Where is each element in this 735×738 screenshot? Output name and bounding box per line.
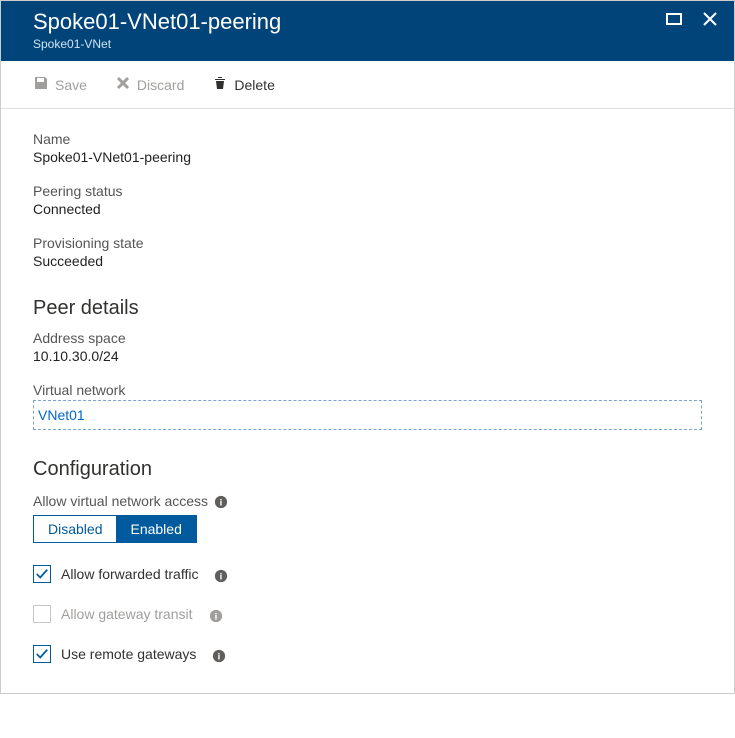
allow-vnet-access-toggle[interactable]: Disabled Enabled [33,515,197,543]
address-space-label: Address space [33,330,702,346]
close-icon[interactable] [702,11,718,30]
delete-label: Delete [234,77,274,93]
blade-subtitle: Spoke01-VNet [33,37,702,51]
discard-button[interactable]: Discard [115,75,184,94]
use-remote-gateways-row: Use remote gateways i [33,645,702,663]
delete-icon [212,75,228,94]
virtual-network-link[interactable]: VNet01 [33,400,702,430]
info-icon[interactable]: i [214,495,228,509]
toggle-enabled-option[interactable]: Enabled [116,516,195,542]
save-icon [33,75,49,94]
info-icon[interactable]: i [214,569,228,583]
peer-details-heading: Peer details [33,297,702,320]
configuration-heading: Configuration [33,458,702,481]
maximize-icon[interactable] [666,11,682,30]
info-icon[interactable]: i [209,609,223,623]
info-icon[interactable]: i [212,649,226,663]
peering-status-value: Connected [33,201,702,217]
allow-gateway-transit-row: Allow gateway transit i [33,605,702,623]
svg-text:i: i [220,572,223,583]
allow-gateway-checkbox [33,605,51,623]
save-label: Save [55,77,87,93]
blade-title: Spoke01-VNet01-peering [33,9,702,35]
blade-header: Spoke01-VNet01-peering Spoke01-VNet [1,1,734,61]
allow-forwarded-traffic-row: Allow forwarded traffic i [33,565,702,583]
allow-vnet-access-label: Allow virtual network access [33,493,208,509]
discard-icon [115,75,131,94]
peering-status-label: Peering status [33,183,702,199]
allow-gateway-label: Allow gateway transit [61,606,193,622]
address-space-value: 10.10.30.0/24 [33,348,702,364]
use-remote-checkbox[interactable] [33,645,51,663]
use-remote-label: Use remote gateways [61,646,196,662]
allow-forwarded-checkbox[interactable] [33,565,51,583]
provisioning-state-label: Provisioning state [33,235,702,251]
toggle-disabled-option[interactable]: Disabled [34,516,116,542]
discard-label: Discard [137,77,184,93]
svg-text:i: i [218,652,221,663]
name-value: Spoke01-VNet01-peering [33,149,702,165]
allow-forwarded-label: Allow forwarded traffic [61,566,198,582]
svg-text:i: i [220,498,223,509]
save-button[interactable]: Save [33,75,87,94]
toolbar: Save Discard Delete [1,61,734,109]
svg-text:i: i [214,612,217,623]
name-label: Name [33,131,702,147]
virtual-network-label: Virtual network [33,382,702,398]
provisioning-state-value: Succeeded [33,253,702,269]
delete-button[interactable]: Delete [212,75,274,94]
